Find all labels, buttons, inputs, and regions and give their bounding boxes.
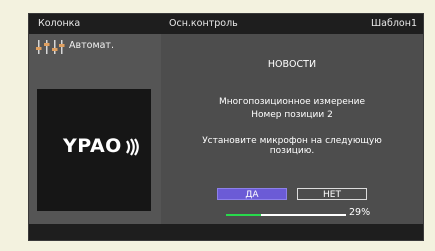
- progress-bar-fill: [226, 214, 261, 216]
- instruction-text-line1: Установите микрофон на следующую: [202, 136, 382, 146]
- screen-frame: Колонка Осн.контроль Шаблон1 Автомат. YP…: [28, 13, 424, 241]
- header-speaker-label: Колонка: [38, 18, 81, 29]
- header-section-label: Осн.контроль: [169, 18, 238, 29]
- position-number-text: Номер позиции 2: [251, 110, 333, 120]
- progress-bar: [226, 214, 346, 216]
- measurement-mode-text: Многопозиционное измерение: [218, 97, 366, 107]
- progress-percent: 29%: [349, 207, 371, 218]
- main-dialog: НОВОСТИ Многопозиционное измерение Номер…: [161, 34, 423, 224]
- yes-button[interactable]: ДА: [217, 188, 287, 200]
- sound-waves-icon: [125, 138, 141, 160]
- ypao-logo: YPAO: [37, 89, 151, 211]
- bottom-bar: [29, 224, 423, 240]
- header-pattern-label: Шаблон1: [371, 18, 417, 29]
- mode-row: Автомат.: [33, 36, 153, 58]
- mode-label: Автомат.: [69, 40, 114, 51]
- sidebar: Автомат. YPAO: [29, 34, 161, 224]
- instruction-text-line2: позицию.: [269, 146, 315, 156]
- top-bar: Колонка Осн.контроль Шаблон1: [29, 14, 423, 34]
- ypao-logo-text: YPAO: [63, 135, 122, 157]
- dialog-heading: НОВОСТИ: [267, 59, 317, 70]
- no-button[interactable]: НЕТ: [297, 188, 367, 200]
- equalizer-sliders-icon: [35, 39, 65, 59]
